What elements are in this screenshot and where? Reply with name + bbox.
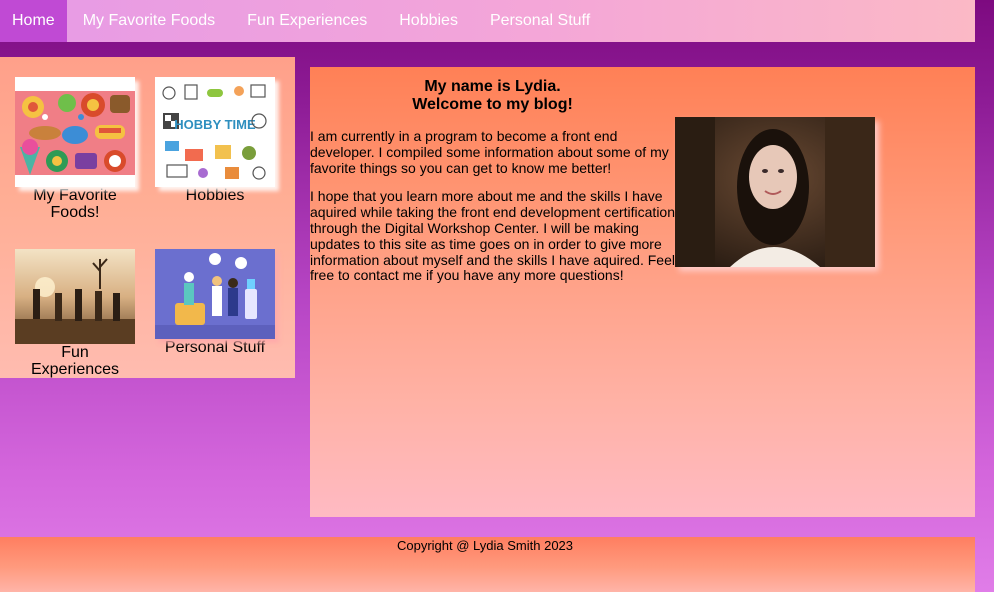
copyright-text: Copyright @ Lydia Smith 2023 [396,538,574,553]
foods-illustration [15,77,135,187]
top-nav: Home My Favorite Foods Fun Experiences H… [0,0,975,42]
foods-image[interactable] [15,77,135,187]
personal-stuff-illustration [155,249,275,339]
main-content: My name is Lydia. Welcome to my blog! I … [310,67,975,517]
card-fun-experiences-label: Fun Experiences [30,344,120,378]
heading-line-2: Welcome to my blog! [412,96,573,113]
card-hobbies[interactable]: HOBBY TIME Hobbies [155,77,275,204]
intro-paragraph-1: I am currently in a program to become a … [310,128,669,176]
sidebar: My Favorite Foods! HOBBY TIME Hobbies Fu… [0,57,295,378]
fun-experiences-photo [15,249,135,344]
intro-text: I am currently in a program to become a … [310,128,678,297]
profile-photo-image [675,117,875,267]
hobby-time-art-text: HOBBY TIME [174,117,256,132]
card-hobbies-label: Hobbies [185,187,245,204]
nav-personal-stuff[interactable]: Personal Stuff [474,0,606,42]
fun-experiences-image[interactable] [15,249,135,344]
footer: Copyright @ Lydia Smith 2023 [0,537,975,592]
card-personal-stuff[interactable]: Personal Stuff [155,249,275,356]
card-favorite-foods-label: My Favorite Foods! [33,187,117,221]
profile-photo [675,117,875,267]
nav-hobbies[interactable]: Hobbies [383,0,474,42]
hobbies-illustration: HOBBY TIME [155,77,275,187]
heading-line-1: My name is Lydia. [424,78,561,95]
nav-fun-experiences[interactable]: Fun Experiences [231,0,383,42]
card-favorite-foods[interactable]: My Favorite Foods! [15,77,135,221]
card-fun-experiences[interactable]: Fun Experiences [15,249,135,378]
nav-home[interactable]: Home [0,0,67,42]
intro-paragraph-2: I hope that you learn more about me and … [310,188,675,284]
card-personal-stuff-label: Personal Stuff [164,339,266,356]
hobbies-image[interactable]: HOBBY TIME [155,77,275,187]
personal-stuff-image[interactable] [155,249,275,339]
nav-favorite-foods[interactable]: My Favorite Foods [67,0,231,42]
page-heading: My name is Lydia. Welcome to my blog! [310,78,675,114]
